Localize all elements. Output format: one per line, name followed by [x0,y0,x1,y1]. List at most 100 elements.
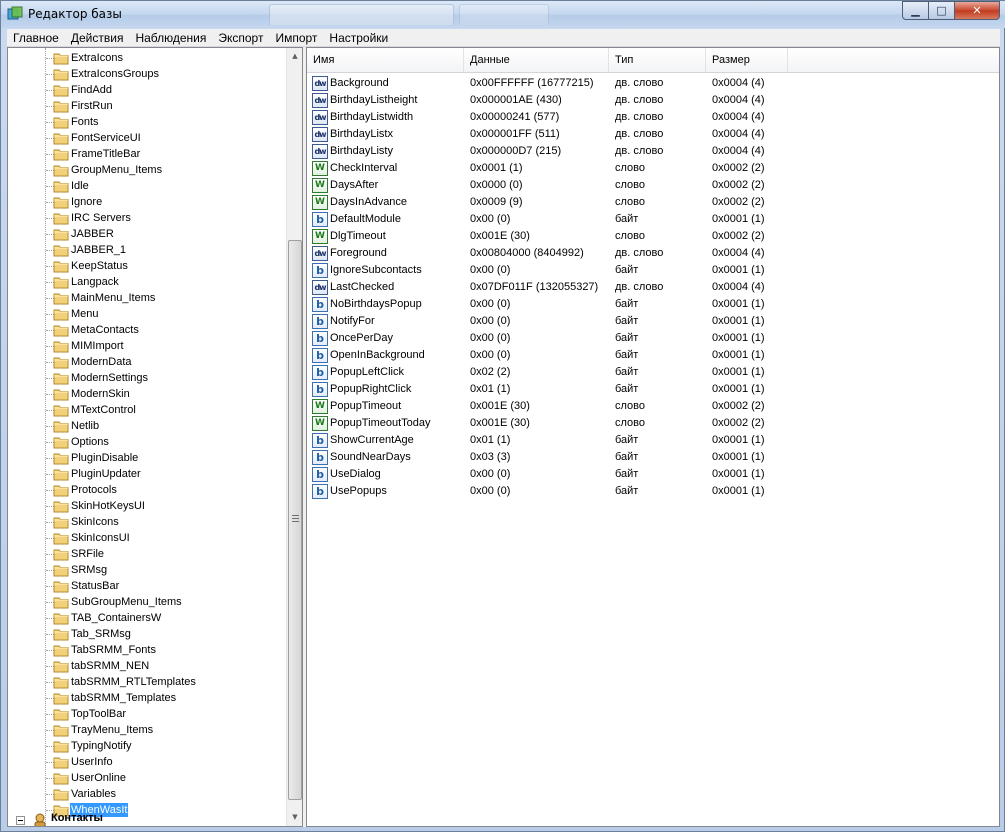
column-header-type[interactable]: Тип [609,48,706,72]
table-row[interactable]: b SoundNearDays 0x03 (3) байт 0x0001 (1) [307,449,999,466]
collapse-icon[interactable] [16,816,25,825]
table-row[interactable]: b NoBirthdaysPopup 0x00 (0) байт 0x0001 (1) [307,296,999,313]
close-button[interactable]: ✕ [955,1,1000,20]
table-row[interactable]: dw LastChecked 0x07DF011F (132055327) дв. с… [307,279,999,296]
cell-name: SoundNearDays [330,451,411,463]
tree-item[interactable]: JABBER [8,226,286,242]
table-row[interactable]: W CheckInterval 0x0001 (1) слово 0x0002 (2) [307,160,999,177]
tree-item[interactable]: PluginUpdater [8,466,286,482]
maximize-button[interactable]: □ [929,1,955,20]
tree-item[interactable]: Netlib [8,418,286,434]
tree-item[interactable]: GroupMenu_Items [8,162,286,178]
table-row[interactable]: dw Background 0x00FFFFFF (16777215) дв. сло… [307,75,999,92]
tree-item[interactable]: tabSRMM_RTLTemplates [8,674,286,690]
tree-item[interactable]: TrayMenu_Items [8,722,286,738]
title-bar[interactable]: Редактор базы ▁ □ ✕ [1,1,1005,28]
tree-item[interactable]: ModernData [8,354,286,370]
tree-item[interactable]: ModernSkin [8,386,286,402]
minimize-button[interactable]: ▁ [902,1,929,20]
tree-item[interactable]: TabSRMM_Fonts [8,642,286,658]
tree-item[interactable]: Tab_SRMsg [8,626,286,642]
tree-item[interactable]: Menu [8,306,286,322]
tree-item[interactable]: Ignore [8,194,286,210]
client-area: ExtraIcons ExtraIconsGroups FindAdd FirstRu… [7,47,1000,827]
table-row[interactable]: b ShowCurrentAge 0x01 (1) байт 0x0001 (1) [307,432,999,449]
tree-item[interactable]: ExtraIconsGroups [8,66,286,82]
scroll-down-arrow-icon[interactable]: ▼ [287,809,302,825]
tree-item[interactable]: UserInfo [8,754,286,770]
tree-item[interactable]: Langpack [8,274,286,290]
tree-item[interactable]: FrameTitleBar [8,146,286,162]
table-row[interactable]: b DefaultModule 0x00 (0) байт 0x0001 (1) [307,211,999,228]
tree-item[interactable]: MetaContacts [8,322,286,338]
tree-item[interactable]: tabSRMM_Templates [8,690,286,706]
cell-size: 0x0001 (1) [712,383,765,395]
table-row[interactable]: b OpenInBackground 0x00 (0) байт 0x0001 (1) [307,347,999,364]
tree-item[interactable]: MainMenu_Items [8,290,286,306]
module-tree[interactable]: ExtraIcons ExtraIconsGroups FindAdd FirstRu… [7,47,303,827]
tree-item-label: TopToolBar [71,708,127,720]
tree-item[interactable]: TopToolBar [8,706,286,722]
table-row[interactable]: b IgnoreSubcontacts 0x00 (0) байт 0x0001 (1) [307,262,999,279]
column-header-name[interactable]: Имя [307,48,464,72]
tree-item[interactable]: FontServiceUI [8,130,286,146]
tree-item[interactable]: ExtraIcons [8,50,286,66]
tree-item[interactable]: FindAdd [8,82,286,98]
tree-item[interactable]: FirstRun [8,98,286,114]
menu-item[interactable]: Импорт [269,29,323,47]
table-row[interactable]: W PopupTimeout 0x001E (30) слово 0x0002 (2) [307,398,999,415]
menu-item[interactable]: Наблюдения [129,29,212,47]
menu-item[interactable]: Действия [65,29,130,47]
table-row[interactable]: b UseDialog 0x00 (0) байт 0x0001 (1) [307,466,999,483]
scroll-up-arrow-icon[interactable]: ▲ [287,48,302,64]
table-row[interactable]: b OncePerDay 0x00 (0) байт 0x0001 (1) [307,330,999,347]
tree-vertical-scrollbar[interactable]: ▲ ▼ [286,48,302,826]
tree-item[interactable]: MIMImport [8,338,286,354]
tree-item-contacts[interactable]: Контакты [8,812,286,826]
settings-list[interactable]: Имя Данные Тип Размер dw Background 0x00FF… [306,47,1000,827]
table-row[interactable]: b PopupLeftClick 0x02 (2) байт 0x0001 (1) [307,364,999,381]
tree-item[interactable]: ModernSettings [8,370,286,386]
tree-item[interactable]: Fonts [8,114,286,130]
table-row[interactable]: dw BirthdayListy 0x000000D7 (215) дв. слово… [307,143,999,160]
menu-item[interactable]: Главное [7,29,65,47]
column-header-size[interactable]: Размер [706,48,788,72]
tree-item[interactable]: MTextControl [8,402,286,418]
scrollbar-thumb[interactable] [288,240,302,800]
table-row[interactable]: W DaysAfter 0x0000 (0) слово 0x0002 (2) [307,177,999,194]
table-row[interactable]: W DaysInAdvance 0x0009 (9) слово 0x0002 (2) [307,194,999,211]
tree-item[interactable]: TypingNotify [8,738,286,754]
tree-item[interactable]: SRFile [8,546,286,562]
table-row[interactable]: W DlgTimeout 0x001E (30) слово 0x0002 (2) [307,228,999,245]
tree-item[interactable]: Options [8,434,286,450]
tree-item[interactable]: StatusBar [8,578,286,594]
tree-item[interactable]: Protocols [8,482,286,498]
tree-item[interactable]: KeepStatus [8,258,286,274]
tree-item[interactable]: PluginDisable [8,450,286,466]
table-row[interactable]: dw BirthdayListheight 0x000001AE (430) дв. … [307,92,999,109]
tree-item[interactable]: IRC Servers [8,210,286,226]
tree-item[interactable]: SkinIcons [8,514,286,530]
tree-item[interactable]: SRMsg [8,562,286,578]
cell-data: 0x0009 (9) [470,196,523,208]
tree-item[interactable]: SkinIconsUI [8,530,286,546]
table-row[interactable]: b UsePopups 0x00 (0) байт 0x0001 (1) [307,483,999,500]
tree-item[interactable]: tabSRMM_NEN [8,658,286,674]
table-row[interactable]: W PopupTimeoutToday 0x001E (30) слово 0x0002… [307,415,999,432]
table-row[interactable]: dw BirthdayListx 0x000001FF (511) дв. слово… [307,126,999,143]
table-row[interactable]: dw Foreground 0x00804000 (8404992) дв. слов… [307,245,999,262]
column-header-data[interactable]: Данные [464,48,609,72]
menu-item[interactable]: Настройки [323,29,394,47]
tree-item[interactable]: SkinHotKeysUI [8,498,286,514]
tree-item[interactable]: Idle [8,178,286,194]
table-row[interactable]: b PopupRightClick 0x01 (1) байт 0x0001 (1) [307,381,999,398]
tree-item[interactable]: Variables [8,786,286,802]
table-row[interactable]: b NotifyFor 0x00 (0) байт 0x0001 (1) [307,313,999,330]
app-icon [7,6,23,20]
menu-item[interactable]: Экспорт [212,29,269,47]
tree-item[interactable]: SubGroupMenu_Items [8,594,286,610]
tree-item[interactable]: UserOnline [8,770,286,786]
tree-item[interactable]: TAB_ContainersW [8,610,286,626]
table-row[interactable]: dw BirthdayListwidth 0x00000241 (577) дв. с… [307,109,999,126]
tree-item[interactable]: JABBER_1 [8,242,286,258]
